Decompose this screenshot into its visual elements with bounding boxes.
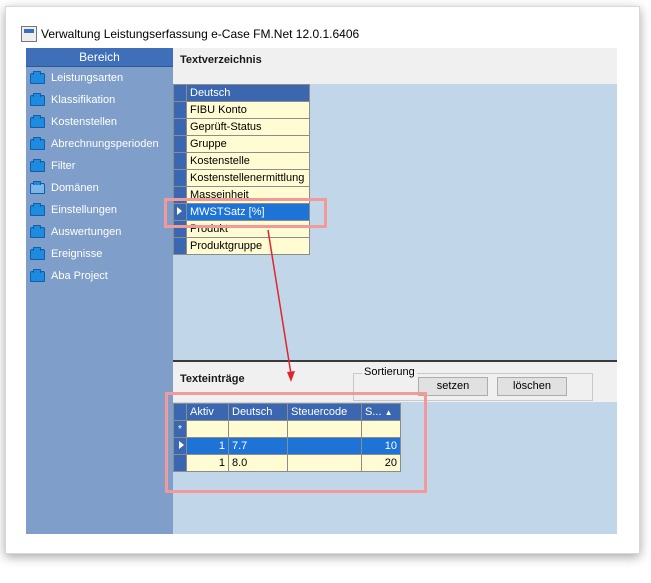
arrow-head-icon	[287, 371, 295, 382]
annotation-arrow	[267, 229, 295, 382]
arrow-line	[267, 229, 292, 375]
